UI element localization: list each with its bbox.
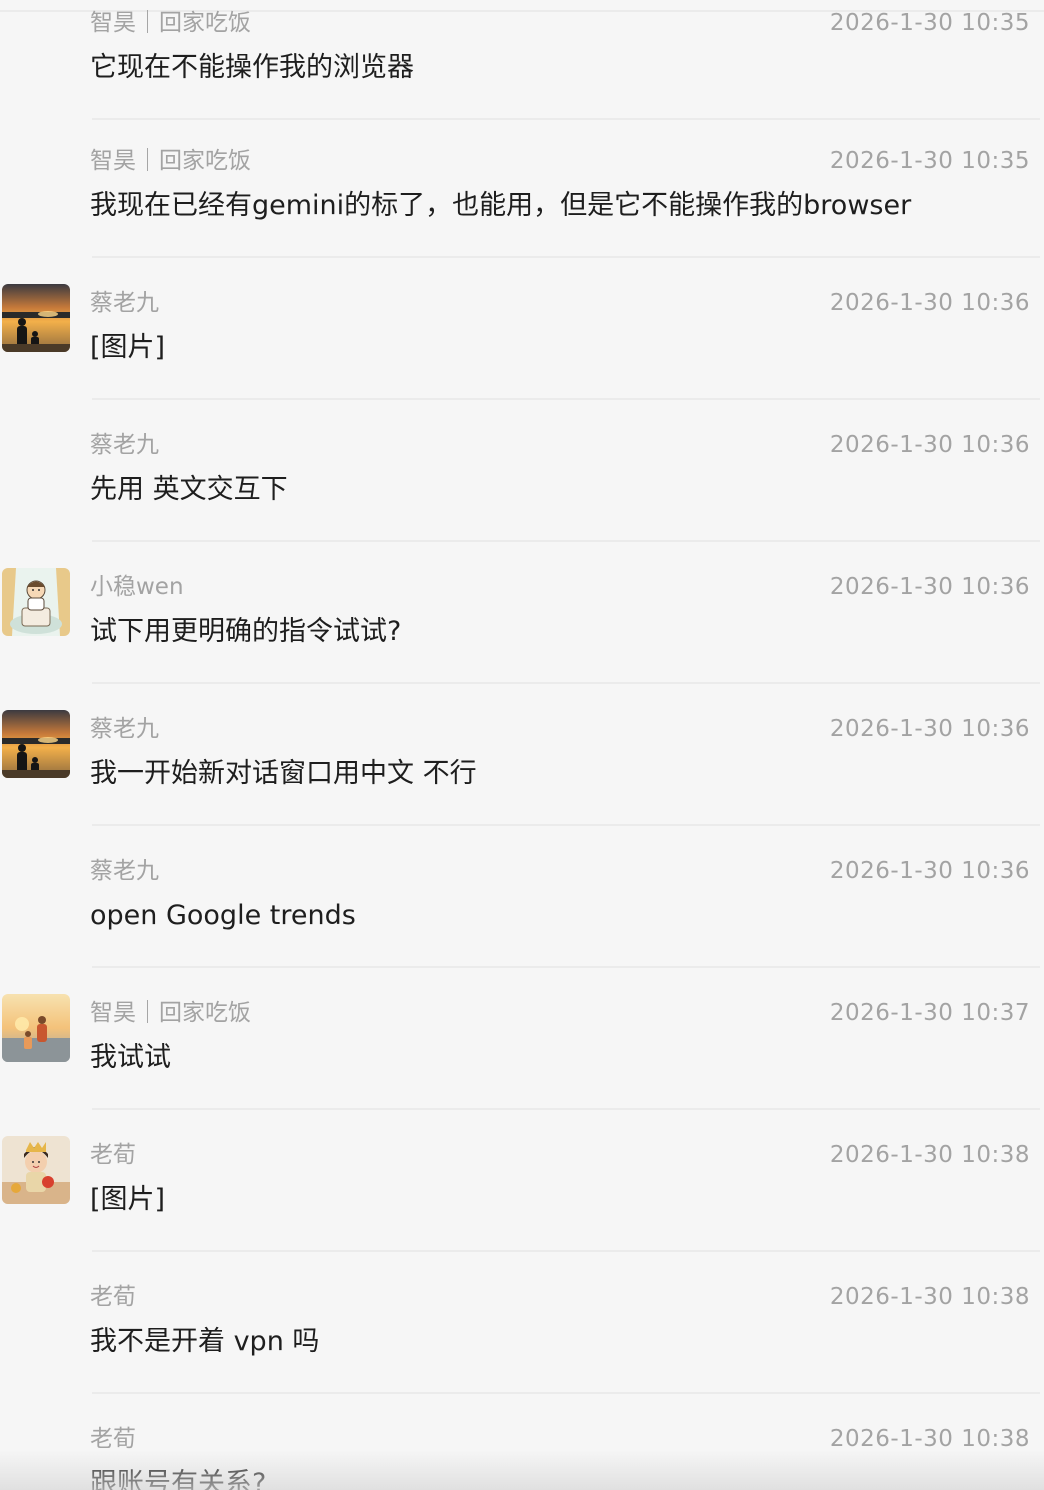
sender-name[interactable]: 蔡老九 bbox=[90, 288, 159, 318]
message-text[interactable]: 我试试 bbox=[90, 1040, 171, 1076]
chat-message[interactable]: 蔡老九 2026-1-30 10:36 [图片] bbox=[0, 258, 1044, 400]
sunset-silhouette-avatar-image bbox=[2, 710, 70, 778]
sender-name[interactable]: 老荀 bbox=[90, 1140, 136, 1170]
sender-name[interactable]: 智昊｜回家吃饭 bbox=[90, 998, 251, 1028]
message-timestamp: 2026-1-30 10:36 bbox=[829, 716, 1030, 742]
chat-message[interactable]: 蔡老九 2026-1-30 10:36 先用 英文交互下 bbox=[0, 400, 1044, 542]
message-text[interactable]: 跟账号有关系? bbox=[90, 1466, 266, 1490]
avatar[interactable] bbox=[2, 1136, 70, 1204]
message-text[interactable]: 先用 英文交互下 bbox=[90, 472, 288, 508]
message-timestamp: 2026-1-30 10:36 bbox=[829, 432, 1030, 458]
sunset-silhouette-avatar-image bbox=[2, 284, 70, 352]
chat-message[interactable]: 小稳wen 2026-1-30 10:36 试下用更明确的指令试试? bbox=[0, 542, 1044, 684]
message-text[interactable]: open Google trends bbox=[90, 898, 356, 934]
message-text[interactable]: [图片] bbox=[90, 1182, 165, 1218]
chat-message[interactable]: 蔡老九 2026-1-30 10:36 我一开始新对话窗口用中文 不行 bbox=[0, 684, 1044, 826]
message-timestamp: 2026-1-30 10:35 bbox=[829, 10, 1030, 36]
message-timestamp: 2026-1-30 10:35 bbox=[829, 148, 1030, 174]
message-text[interactable]: 我一开始新对话窗口用中文 不行 bbox=[90, 756, 477, 792]
sender-name[interactable]: 蔡老九 bbox=[90, 714, 159, 744]
child-photo-avatar-image bbox=[2, 1136, 70, 1204]
sender-name[interactable]: 老荀 bbox=[90, 1282, 136, 1312]
message-timestamp: 2026-1-30 10:36 bbox=[829, 290, 1030, 316]
chat-message[interactable]: 老荀 2026-1-30 10:38 [图片] bbox=[0, 1110, 1044, 1252]
chat-message-list[interactable]: 智昊｜回家吃饭 2026-1-30 10:35 它现在不能操作我的浏览器 智昊｜… bbox=[0, 0, 1044, 1490]
avatar[interactable] bbox=[2, 284, 70, 352]
message-timestamp: 2026-1-30 10:38 bbox=[829, 1426, 1030, 1452]
chat-message[interactable]: 智昊｜回家吃饭 2026-1-30 10:35 我现在已经有gemini的标了，… bbox=[0, 116, 1044, 258]
chat-message[interactable]: 老荀 2026-1-30 10:38 跟账号有关系? bbox=[0, 1394, 1044, 1490]
message-text[interactable]: 我不是开着 vpn 吗 bbox=[90, 1324, 319, 1360]
chat-message[interactable]: 老荀 2026-1-30 10:38 我不是开着 vpn 吗 bbox=[0, 1252, 1044, 1394]
message-timestamp: 2026-1-30 10:38 bbox=[829, 1284, 1030, 1310]
chat-message[interactable]: 智昊｜回家吃饭 2026-1-30 10:37 我试试 bbox=[0, 968, 1044, 1110]
chat-message[interactable]: 蔡老九 2026-1-30 10:36 open Google trends bbox=[0, 826, 1044, 968]
sender-name[interactable]: 老荀 bbox=[90, 1424, 136, 1454]
avatar[interactable] bbox=[2, 568, 70, 636]
sender-name[interactable]: 小稳wen bbox=[90, 572, 184, 602]
sender-name[interactable]: 智昊｜回家吃饭 bbox=[90, 8, 251, 38]
message-timestamp: 2026-1-30 10:36 bbox=[829, 574, 1030, 600]
message-timestamp: 2026-1-30 10:37 bbox=[829, 1000, 1030, 1026]
message-text[interactable]: 它现在不能操作我的浏览器 bbox=[90, 50, 414, 86]
message-timestamp: 2026-1-30 10:38 bbox=[829, 1142, 1030, 1168]
message-timestamp: 2026-1-30 10:36 bbox=[829, 858, 1030, 884]
avatar[interactable] bbox=[2, 994, 70, 1062]
chat-message[interactable]: 智昊｜回家吃饭 2026-1-30 10:35 它现在不能操作我的浏览器 bbox=[0, 0, 1044, 120]
message-text[interactable]: 我现在已经有gemini的标了，也能用，但是它不能操作我的browser bbox=[90, 188, 911, 224]
cartoon-avatar-image bbox=[2, 568, 70, 636]
avatar[interactable] bbox=[2, 710, 70, 778]
sender-name[interactable]: 蔡老九 bbox=[90, 430, 159, 460]
message-text[interactable]: [图片] bbox=[90, 330, 165, 366]
sender-name[interactable]: 智昊｜回家吃饭 bbox=[90, 146, 251, 176]
beach-sunset-avatar-image bbox=[2, 994, 70, 1062]
message-text[interactable]: 试下用更明确的指令试试? bbox=[90, 614, 401, 650]
sender-name[interactable]: 蔡老九 bbox=[90, 856, 159, 886]
